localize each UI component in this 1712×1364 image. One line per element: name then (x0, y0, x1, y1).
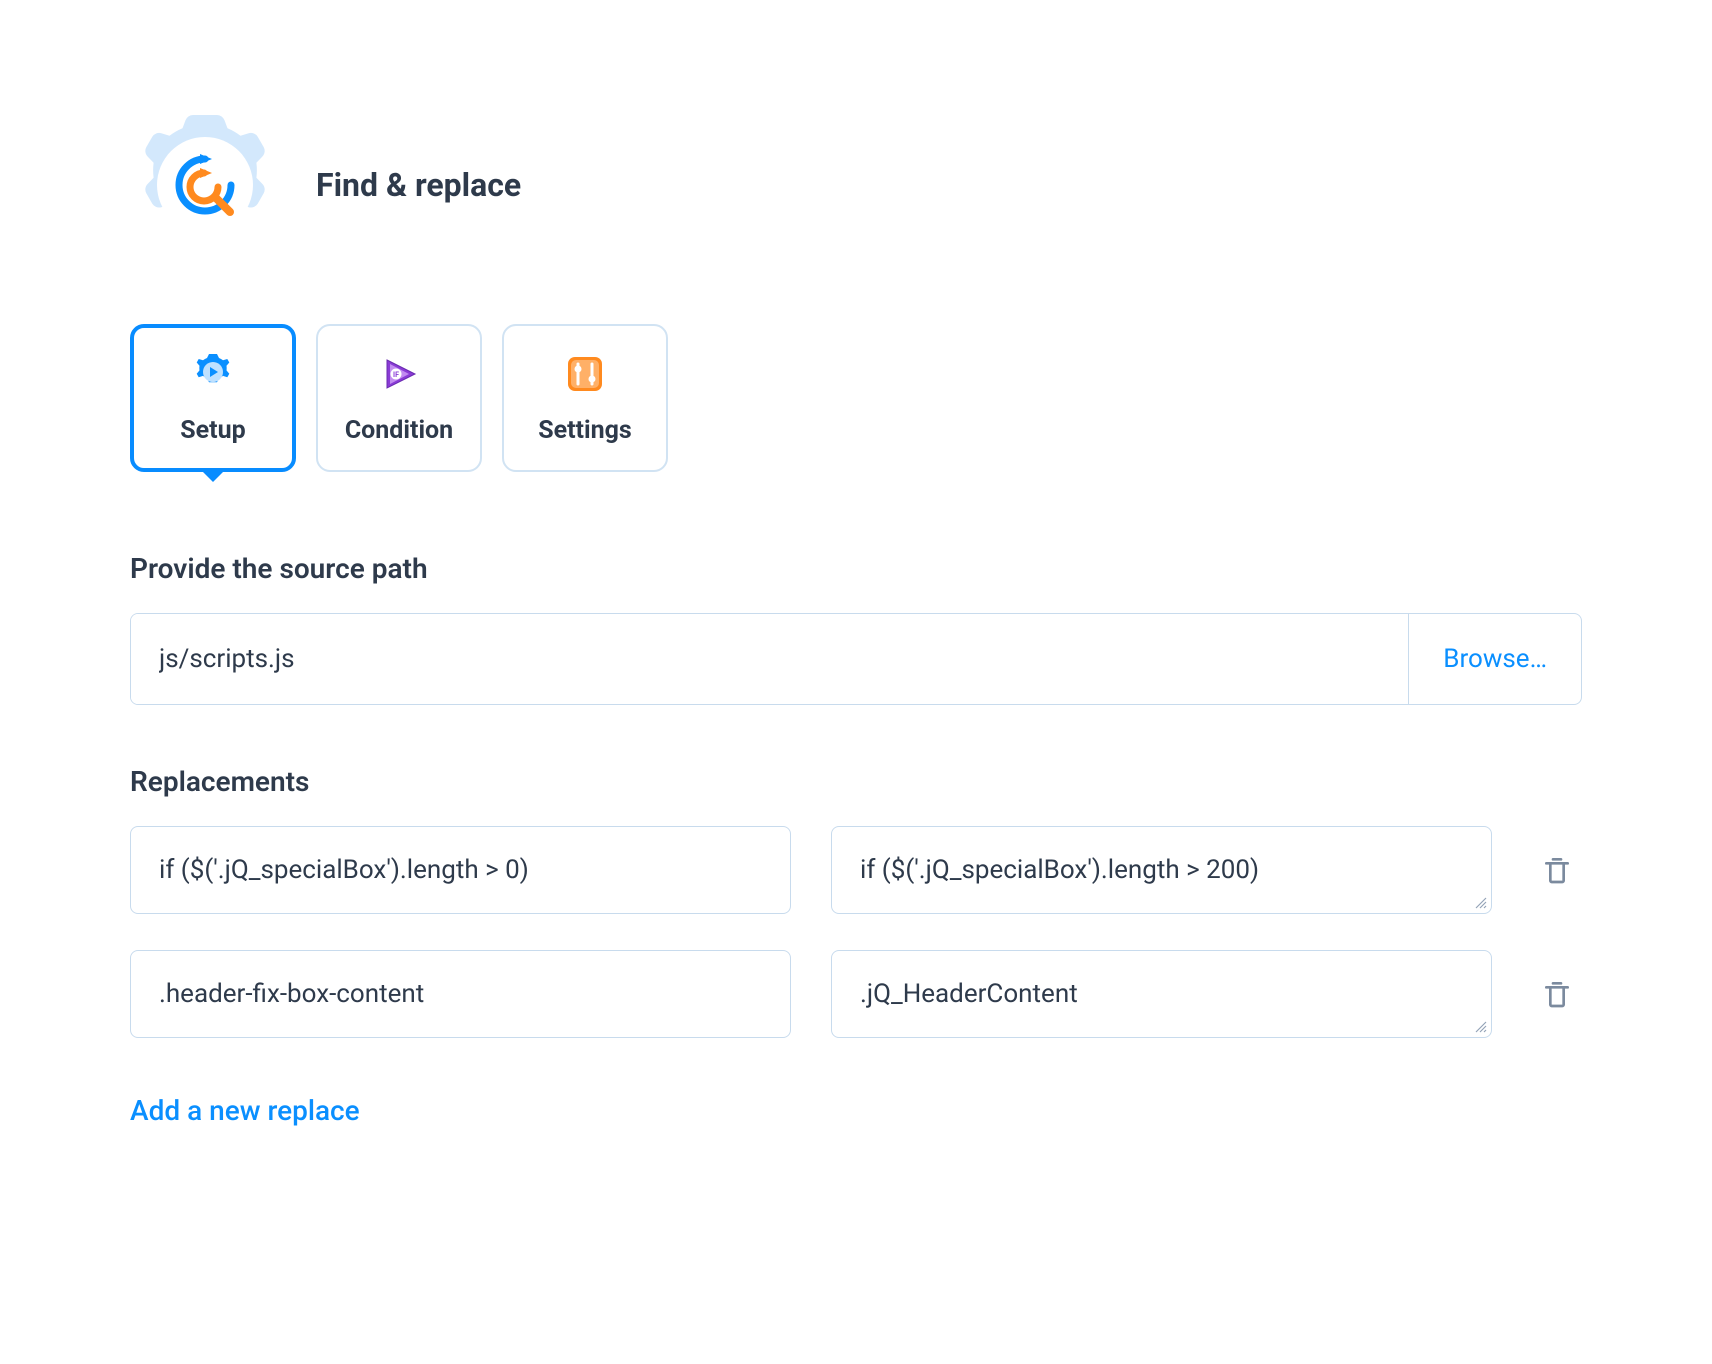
tab-condition[interactable]: IF Condition (316, 324, 482, 472)
svg-text:IF: IF (393, 371, 399, 379)
page-title: Find & replace (316, 166, 521, 204)
gear-play-icon (191, 352, 235, 396)
header: Find & replace (130, 110, 1582, 260)
replacement-row (130, 950, 1582, 1038)
tab-settings[interactable]: Settings (502, 324, 668, 472)
delete-row-button[interactable] (1532, 845, 1582, 895)
replace-from-input[interactable] (130, 950, 791, 1038)
delete-row-button[interactable] (1532, 969, 1582, 1019)
replace-to-input[interactable] (831, 826, 1492, 914)
tab-label: Condition (345, 416, 453, 445)
source-path-label: Provide the source path (130, 552, 1582, 585)
replace-from-input[interactable] (130, 826, 791, 914)
condition-play-icon: IF (377, 352, 421, 396)
sliders-icon (563, 352, 607, 396)
find-replace-icon (130, 110, 280, 260)
trash-icon (1541, 978, 1573, 1010)
source-path-row: Browse… (130, 613, 1582, 705)
source-path-input[interactable] (131, 614, 1408, 704)
replacements-label: Replacements (130, 765, 1582, 798)
tabs-container: Setup IF Condition Settings (130, 324, 1582, 472)
replace-to-input[interactable] (831, 950, 1492, 1038)
browse-button[interactable]: Browse… (1408, 614, 1581, 704)
tab-setup[interactable]: Setup (130, 324, 296, 472)
tab-label: Settings (538, 416, 632, 445)
trash-icon (1541, 854, 1573, 886)
add-replace-link[interactable]: Add a new replace (130, 1094, 360, 1127)
tab-label: Setup (180, 416, 245, 445)
replacement-row (130, 826, 1582, 914)
